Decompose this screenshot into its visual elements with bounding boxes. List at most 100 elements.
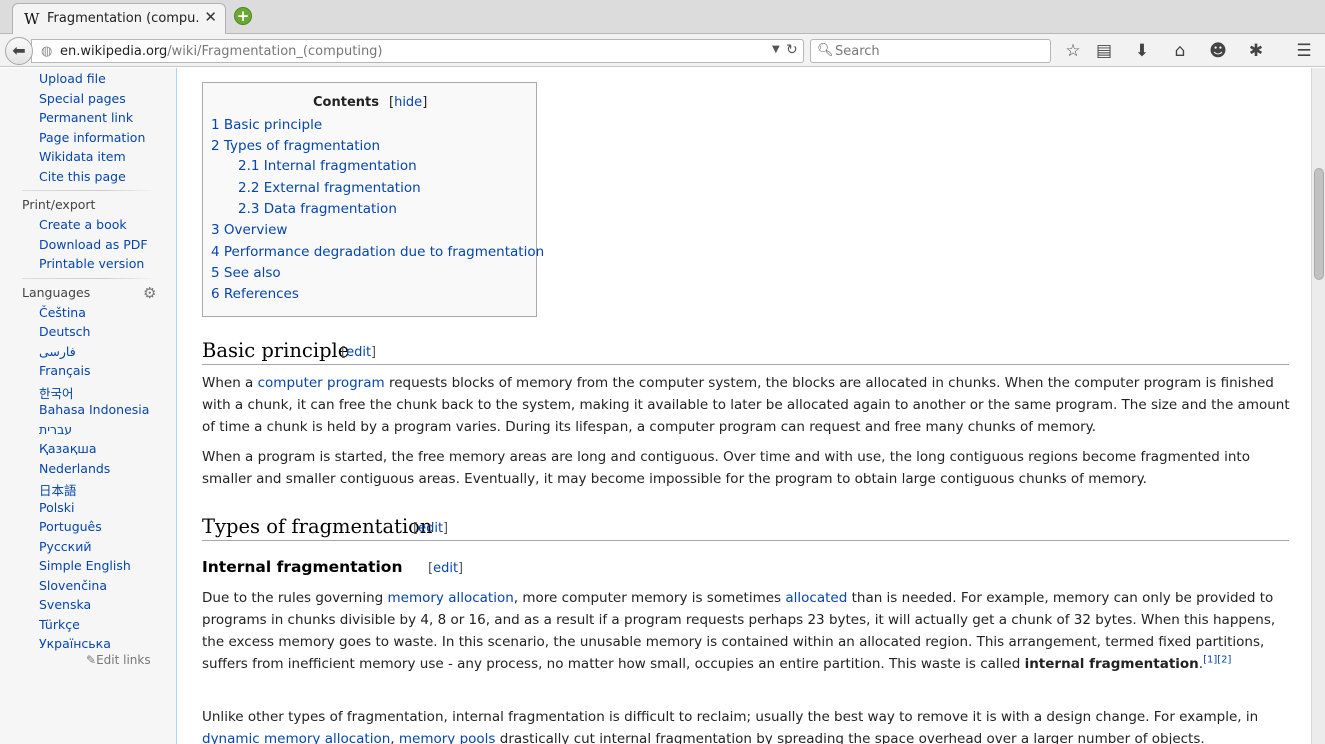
language-link[interactable]: 한국어 [39,383,74,402]
toc-item[interactable]: 2.1 Internal fragmentation [238,158,417,174]
language-link[interactable]: Bahasa Indonesia [39,402,149,417]
reading-list-icon[interactable]: ▤ [1094,41,1114,61]
reference-link[interactable]: [1] [1203,655,1217,666]
text: , [390,731,399,744]
language-link[interactable]: 日本語 [39,480,77,499]
url-bar[interactable]: ◍ en.wikipedia.org/wiki/Fragmentation_(c… [31,39,804,63]
toc-item[interactable]: 3 Overview [211,222,287,238]
sidebar-item-wikidata-item[interactable]: Wikidata item [39,149,126,164]
language-link[interactable]: Simple English [39,558,131,573]
url-path: /wiki/Fragmentation_(computing) [167,44,383,59]
toc-item[interactable]: 2.2 External fragmentation [238,180,421,196]
tab-bar: W Fragmentation (compu... ✕ + [0,0,1325,34]
text: , more computer memory is sometimes [513,590,786,606]
article-content: Contents [hide] 1 Basic principle 2 Type… [176,68,1311,744]
language-link[interactable]: Svenska [39,597,91,612]
scrollbar-thumb[interactable] [1314,168,1324,280]
sidebar-item-create-a-book[interactable]: Create a book [39,217,127,232]
gear-icon[interactable]: ⚙ [143,284,156,302]
home-icon[interactable]: ⌂ [1170,41,1190,61]
print-export-heading: Print/export [22,197,96,212]
url-text[interactable]: en.wikipedia.org/wiki/Fragmentation_(com… [60,44,383,59]
languages-heading: Languages [22,285,91,300]
language-link[interactable]: Slovenčina [39,578,107,593]
download-icon[interactable]: ⬇ [1132,41,1152,61]
edit-section-link[interactable]: [edit] [341,345,376,360]
sidebar-item-permanent-link[interactable]: Permanent link [39,110,133,125]
reload-icon[interactable]: ↻ [786,42,798,58]
language-link[interactable]: Polski [39,500,74,515]
search-icon: 🔍︎ [817,43,834,58]
allocated-link[interactable]: allocated [785,590,847,606]
divider [22,190,156,191]
bookmark-star-icon[interactable]: ☆ [1063,41,1083,61]
language-link[interactable]: Қазақша [39,441,97,456]
paragraph: When a computer program requests blocks … [202,372,1292,438]
tab-title: Fragmentation (compu... [47,11,199,26]
browser-tab[interactable]: W Fragmentation (compu... ✕ [12,3,226,34]
toc-item[interactable]: 2 Types of fragmentation [211,138,380,154]
sidebar-item-special-pages[interactable]: Special pages [39,91,126,106]
text: Due to the rules governing [202,590,388,606]
memory-allocation-link[interactable]: memory allocation [388,590,514,606]
close-tab-icon[interactable]: ✕ [204,8,217,26]
edit-link[interactable]: edit [346,345,371,360]
new-tab-icon[interactable]: + [234,7,252,25]
toc-title: Contents [313,95,379,110]
toc-item[interactable]: 1 Basic principle [211,117,322,133]
text: Unlike other types of fragmentation, int… [202,709,1259,725]
language-link[interactable]: Português [39,519,102,534]
wikipedia-favicon-icon: W [24,10,40,28]
language-link[interactable]: فارسی [39,344,76,359]
menu-icon[interactable]: ☰ [1294,41,1314,61]
sidebar: Upload file Special pages Permanent link… [0,68,176,744]
computer-program-link[interactable]: computer program [258,375,385,391]
language-link[interactable]: Deutsch [39,324,90,339]
text: When a [202,375,258,391]
edit-link[interactable]: edit [433,561,458,576]
sidebar-item-printable-version[interactable]: Printable version [39,256,144,271]
paragraph: Unlike other types of fragmentation, int… [202,706,1292,744]
toc-item[interactable]: 6 References [211,286,299,302]
arrow-left-icon: ⬅ [12,41,26,60]
language-link[interactable]: Türkçe [39,617,80,632]
search-input[interactable]: 🔍︎ Search [810,39,1051,63]
heading-rule [202,540,1289,541]
memory-pools-link[interactable]: memory pools [399,731,496,744]
toc-hide-link[interactable]: hide [394,95,422,110]
section-heading-types: Types of fragmentation [202,515,433,538]
sidebar-item-download-pdf[interactable]: Download as PDF [39,237,148,252]
back-button[interactable]: ⬅ [5,37,33,65]
language-link[interactable]: Français [39,363,91,378]
edit-section-link[interactable]: [edit] [428,561,463,576]
table-of-contents: Contents [hide] 1 Basic principle 2 Type… [202,82,544,317]
dynamic-memory-allocation-link[interactable]: dynamic memory allocation [202,731,390,744]
toc-hide-toggle[interactable]: [hide] [389,95,427,110]
language-link[interactable]: Čeština [39,305,86,320]
toc-item[interactable]: 2.3 Data fragmentation [238,201,397,217]
language-link[interactable]: Українська [39,636,111,651]
section-heading-basic-principle: Basic principle [202,339,350,362]
chat-icon[interactable]: ☻ [1208,41,1228,61]
vertical-scrollbar[interactable] [1311,68,1325,744]
language-link[interactable]: עברית [39,422,72,437]
language-link[interactable]: Русский [39,539,91,554]
edit-link[interactable]: edit [418,521,443,536]
chevron-down-icon[interactable]: ▼ [772,44,780,55]
sidebar-item-page-information[interactable]: Page information [39,130,145,145]
language-link[interactable]: Nederlands [39,461,110,476]
sidebar-item-cite-this-page[interactable]: Cite this page [39,169,126,184]
web-page: Upload file Special pages Permanent link… [0,68,1311,744]
edit-section-link[interactable]: [edit] [413,521,448,536]
edit-links-button[interactable]: ✎Edit links [86,653,151,667]
reference-link[interactable]: [2] [1217,655,1231,666]
subsection-heading-internal: Internal fragmentation [202,558,403,576]
paragraph: Due to the rules governing memory alloca… [202,587,1292,675]
text: drastically cut internal fragmentation b… [495,731,1205,744]
paragraph: When a program is started, the free memo… [202,449,1250,487]
toc-item[interactable]: 4 Performance degradation due to fragmen… [211,244,544,260]
heading-rule [202,364,1289,365]
toc-item[interactable]: 5 See also [211,265,281,281]
sidebar-item-upload-file[interactable]: Upload file [39,71,106,86]
addon-icon[interactable]: ✱ [1246,41,1266,61]
